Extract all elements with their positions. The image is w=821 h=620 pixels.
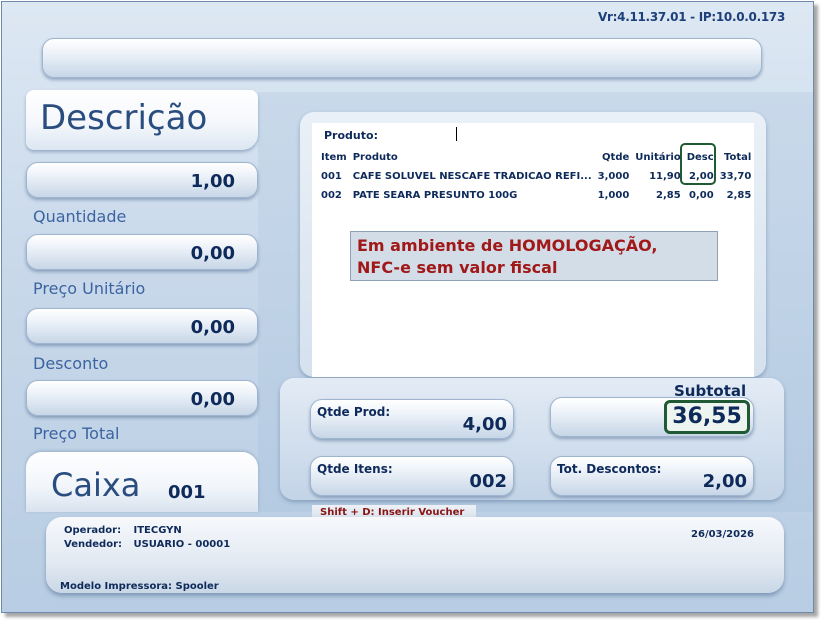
vendedor-row: Vendedor: USUARIO - 00001 (64, 539, 230, 550)
impressora-label: Modelo Impressora: (60, 581, 173, 592)
qtde-itens-value: 002 (469, 471, 507, 492)
unit-price-label: Preço Unitário (33, 279, 146, 298)
unit-price-value: 0,00 (190, 243, 235, 264)
qtde-prod-label: Qtde Prod: (317, 405, 391, 419)
caixa-panel: Caixa 001 (26, 452, 258, 512)
impressora-row: Modelo Impressora: Spooler (60, 581, 219, 592)
homologation-warning: Em ambiente de HOMOLOGAÇÃO, NFC-e sem va… (350, 231, 718, 281)
vendedor-label: Vendedor: (64, 539, 122, 550)
warning-line-1: Em ambiente de HOMOLOGAÇÃO, (357, 236, 658, 255)
description-panel: Descrição (26, 90, 258, 150)
tot-descontos-box: Tot. Descontos: 2,00 (550, 456, 754, 496)
cell-total: 33,70 (719, 171, 752, 182)
cell-qtde: 3,000 (597, 171, 630, 182)
footer-panel: Operador: ITECGYN Vendedor: USUARIO - 00… (46, 517, 784, 593)
product-search-bar[interactable] (42, 38, 762, 78)
discount-label: Desconto (33, 354, 109, 373)
total-price-label: Preço Total (33, 424, 120, 443)
unit-price-field: 0,00 (26, 234, 258, 270)
caixa-label: Caixa (51, 466, 141, 504)
text-cursor (456, 127, 457, 141)
total-price-field: 0,00 (26, 380, 258, 416)
qtde-itens-box: Qtde Itens: 002 (310, 456, 514, 496)
cell-desc: 0,00 (689, 190, 714, 201)
warning-line-2: NFC-e sem valor fiscal (357, 258, 558, 277)
cell-item: 002 (321, 190, 342, 201)
caixa-number: 001 (168, 482, 206, 503)
pdv-window: Vr:4.11.37.01 - IP:10.0.0.173 Descrição … (1, 1, 814, 613)
description-title: Descrição (40, 98, 208, 138)
operador-row: Operador: ITECGYN (64, 525, 182, 536)
quantity-label: Quantidade (33, 207, 127, 226)
cell-produto: PATE SEARA PRESUNTO 100G (352, 190, 518, 201)
column-header-qtde: Qtde (602, 152, 630, 163)
column-header-unitario: Unitário (635, 152, 681, 163)
qtde-prod-box: Qtde Prod: 4,00 (310, 399, 514, 439)
desc-column-highlight (680, 143, 716, 185)
discount-value: 0,00 (190, 317, 235, 338)
vendedor-value: USUARIO - 00001 (133, 539, 231, 550)
cell-unitario: 11,90 (649, 171, 681, 182)
tot-descontos-value: 2,00 (702, 471, 747, 492)
quantity-field: 1,00 (26, 162, 258, 198)
tot-descontos-label: Tot. Descontos: (557, 462, 662, 476)
date-label: 26/03/2026 (691, 529, 754, 540)
column-header-total: Total (724, 152, 752, 163)
operador-label: Operador: (64, 525, 122, 536)
items-panel: Produto: Item Produto Qtde Unitário Desc… (312, 123, 754, 377)
total-price-value: 0,00 (190, 389, 235, 410)
cell-total: 2,85 (726, 190, 752, 201)
quantity-value: 1,00 (190, 171, 235, 192)
subtotal-value: 36,55 (664, 400, 750, 434)
cell-item: 001 (321, 171, 342, 182)
qtde-prod-value: 4,00 (462, 414, 507, 435)
operador-value: ITECGYN (133, 525, 182, 536)
discount-field: 0,00 (26, 308, 258, 344)
cell-unitario: 2,85 (656, 190, 681, 201)
version-ip-label: Vr:4.11.37.01 - IP:10.0.0.173 (598, 10, 785, 24)
column-header-produto: Produto (352, 152, 398, 163)
qtde-itens-label: Qtde Itens: (317, 462, 393, 476)
column-header-item: Item (321, 152, 347, 163)
cell-qtde: 1,000 (597, 190, 630, 201)
cell-produto: CAFE SOLUVEL NESCAFE TRADICAO REFI... (352, 171, 592, 182)
produto-label: Produto: (324, 129, 378, 142)
table-row[interactable]: 002 PATE SEARA PRESUNTO 100G 1,000 2,85 … (318, 186, 754, 205)
impressora-value: Spooler (175, 581, 219, 592)
